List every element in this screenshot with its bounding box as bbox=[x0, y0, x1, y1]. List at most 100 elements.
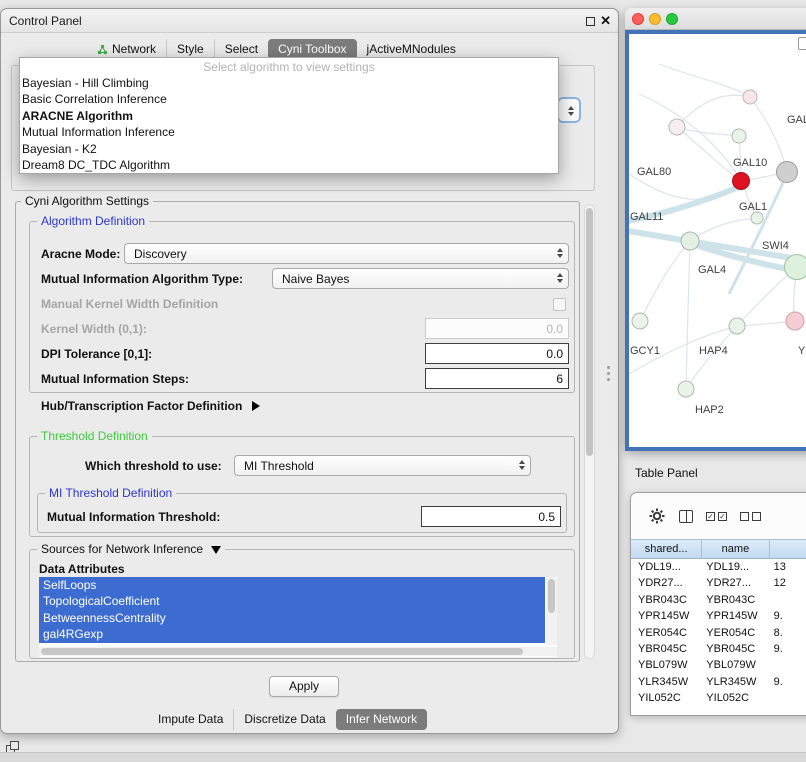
network-node[interactable] bbox=[681, 232, 699, 250]
tab-infer-network[interactable]: Infer Network bbox=[336, 709, 427, 730]
network-view-window: GAL GAL80 GAL10 GAL11 GAL1 SWI4 GAL4 GCY… bbox=[625, 8, 806, 451]
sources-title-text: Sources for Network Inference bbox=[41, 542, 203, 556]
which-threshold-combo[interactable]: MI Threshold bbox=[234, 455, 531, 476]
table-row[interactable]: YDL19...YDL19...13 bbox=[631, 559, 806, 575]
algorithm-definition-title: Algorithm Definition bbox=[37, 214, 149, 228]
overview-toggle-button[interactable] bbox=[798, 37, 806, 50]
dropdown-item[interactable]: Basic Correlation Inference bbox=[20, 91, 558, 107]
table-row[interactable]: YBL079WYBL079W bbox=[631, 657, 806, 673]
table-cell: 9. bbox=[770, 674, 806, 690]
table-row[interactable]: YBR043CYBR043C bbox=[631, 592, 806, 608]
table-cell: YDR27... bbox=[631, 575, 702, 591]
dropdown-item[interactable]: Dream8 DC_TDC Algorithm bbox=[20, 157, 558, 173]
tab-label: Infer Network bbox=[346, 709, 417, 730]
network-node[interactable] bbox=[785, 255, 806, 280]
node-label: Y bbox=[798, 345, 806, 357]
node-label: HAP2 bbox=[695, 404, 724, 416]
network-node[interactable] bbox=[732, 129, 746, 143]
close-window-icon[interactable]: ✕ bbox=[600, 13, 611, 29]
zoom-button[interactable] bbox=[666, 13, 678, 25]
network-canvas[interactable]: GAL GAL80 GAL10 GAL11 GAL1 SWI4 GAL4 GCY… bbox=[629, 34, 806, 447]
column-header-shared-name[interactable]: shared... bbox=[631, 540, 702, 558]
hub-definition-expander[interactable]: Hub/Transcription Factor Definition bbox=[41, 399, 260, 413]
mi-steps-label: Mutual Information Steps: bbox=[41, 372, 189, 386]
table-cell: 9. bbox=[770, 641, 806, 657]
table-panel-window: ✓ ✓ shared... name YDL19...YDL19...13 YD… bbox=[630, 492, 806, 716]
network-node-gray[interactable] bbox=[777, 162, 798, 183]
expand-arrow-icon bbox=[252, 401, 260, 411]
table-cell: YIL052C bbox=[702, 690, 769, 706]
deselect-all-checkboxes-icon[interactable] bbox=[740, 512, 761, 521]
node-label: HAP4 bbox=[699, 345, 728, 357]
table-cell: YPR145W bbox=[631, 608, 702, 624]
table-row[interactable]: YIL052CYIL052C bbox=[631, 690, 806, 706]
dropdown-item[interactable]: Bayesian - Hill Climbing bbox=[20, 75, 558, 91]
dropdown-item-selected[interactable]: ARACNE Algorithm bbox=[20, 108, 558, 124]
attribute-item-selected[interactable]: BetweennessCentrality bbox=[39, 610, 545, 626]
algorithm-combobox-button[interactable] bbox=[557, 97, 581, 123]
table-cell bbox=[770, 592, 806, 608]
float-window-icon[interactable] bbox=[586, 17, 595, 26]
table-cell: YIL052C bbox=[631, 690, 702, 706]
column-header-name[interactable]: name bbox=[702, 540, 769, 558]
table-row[interactable]: YPR145WYPR145W9. bbox=[631, 608, 806, 624]
table-cell: YBR045C bbox=[702, 641, 769, 657]
network-node[interactable] bbox=[678, 381, 694, 397]
mi-type-label: Mutual Information Algorithm Type: bbox=[41, 272, 243, 286]
column-header-cut[interactable] bbox=[770, 540, 806, 558]
tab-label: Discretize Data bbox=[244, 709, 325, 730]
settings-gear-icon[interactable] bbox=[648, 507, 666, 525]
attribute-item-selected[interactable]: gal4RGexp bbox=[39, 626, 545, 642]
node-label: GAL4 bbox=[698, 264, 726, 276]
settings-scrollbar bbox=[584, 204, 595, 659]
network-node[interactable] bbox=[743, 90, 757, 104]
which-threshold-label: Which threshold to use: bbox=[85, 459, 222, 473]
manual-kernel-checkbox[interactable] bbox=[553, 298, 566, 311]
window-title: Control Panel bbox=[9, 14, 82, 28]
select-all-checkboxes-icon[interactable]: ✓ ✓ bbox=[706, 512, 727, 521]
minimize-button[interactable] bbox=[649, 13, 661, 25]
panel-splitter-handle[interactable] bbox=[606, 366, 611, 384]
network-medium-edges bbox=[729, 174, 787, 294]
mi-threshold-input[interactable] bbox=[421, 506, 561, 527]
tab-discretize-data[interactable]: Discretize Data bbox=[233, 709, 335, 730]
dropdown-item[interactable]: Bayesian - K2 bbox=[20, 141, 558, 157]
data-attributes-label: Data Attributes bbox=[39, 562, 125, 576]
network-node[interactable] bbox=[751, 212, 763, 224]
network-node-selected-red[interactable] bbox=[733, 173, 750, 190]
node-label: SWI4 bbox=[762, 240, 789, 252]
attribute-item-selected[interactable]: TopologicalCoefficient bbox=[39, 593, 545, 609]
close-button[interactable] bbox=[632, 13, 644, 25]
tab-impute-data[interactable]: Impute Data bbox=[148, 709, 233, 730]
node-label: GAL11 bbox=[630, 211, 663, 223]
network-node[interactable] bbox=[632, 313, 648, 329]
table-panel-title: Table Panel bbox=[635, 466, 698, 480]
table-row[interactable]: YBR045CYBR045C9. bbox=[631, 641, 806, 657]
titlebar[interactable]: Control Panel ✕ bbox=[1, 9, 618, 33]
table-row[interactable]: YER054CYER054C8. bbox=[631, 625, 806, 641]
network-window-titlebar[interactable] bbox=[625, 8, 806, 30]
table-row[interactable]: YDR27...YDR27...12 bbox=[631, 575, 806, 591]
kernel-width-input[interactable] bbox=[425, 318, 569, 339]
unchecked-box-icon bbox=[752, 512, 761, 521]
table-row[interactable]: YLR345WYLR345W9. bbox=[631, 674, 806, 690]
combo-value: Naive Bayes bbox=[282, 269, 349, 289]
sources-group-title[interactable]: Sources for Network Inference bbox=[37, 542, 225, 556]
attribute-item-selected[interactable]: SelfLoops bbox=[39, 577, 545, 593]
dropdown-item[interactable]: Mutual Information Inference bbox=[20, 124, 558, 140]
mi-steps-input[interactable] bbox=[425, 368, 569, 389]
table-cell: YDL19... bbox=[631, 559, 702, 575]
threshold-definition-title: Threshold Definition bbox=[37, 429, 152, 443]
network-node[interactable] bbox=[669, 119, 685, 135]
table-cell bbox=[770, 690, 806, 706]
network-node-pink[interactable] bbox=[786, 312, 804, 330]
dpi-tolerance-input[interactable] bbox=[425, 343, 569, 364]
scrollbar-thumb[interactable] bbox=[586, 208, 593, 456]
apply-button[interactable]: Apply bbox=[269, 676, 339, 697]
scrollbar-thumb[interactable] bbox=[548, 579, 555, 613]
scrollbar-thumb[interactable] bbox=[41, 648, 523, 655]
aracne-mode-combo[interactable]: Discovery bbox=[124, 243, 569, 264]
mi-algorithm-type-combo[interactable]: Naive Bayes bbox=[272, 268, 569, 289]
show-columns-icon[interactable] bbox=[679, 510, 693, 523]
network-node[interactable] bbox=[729, 318, 745, 334]
